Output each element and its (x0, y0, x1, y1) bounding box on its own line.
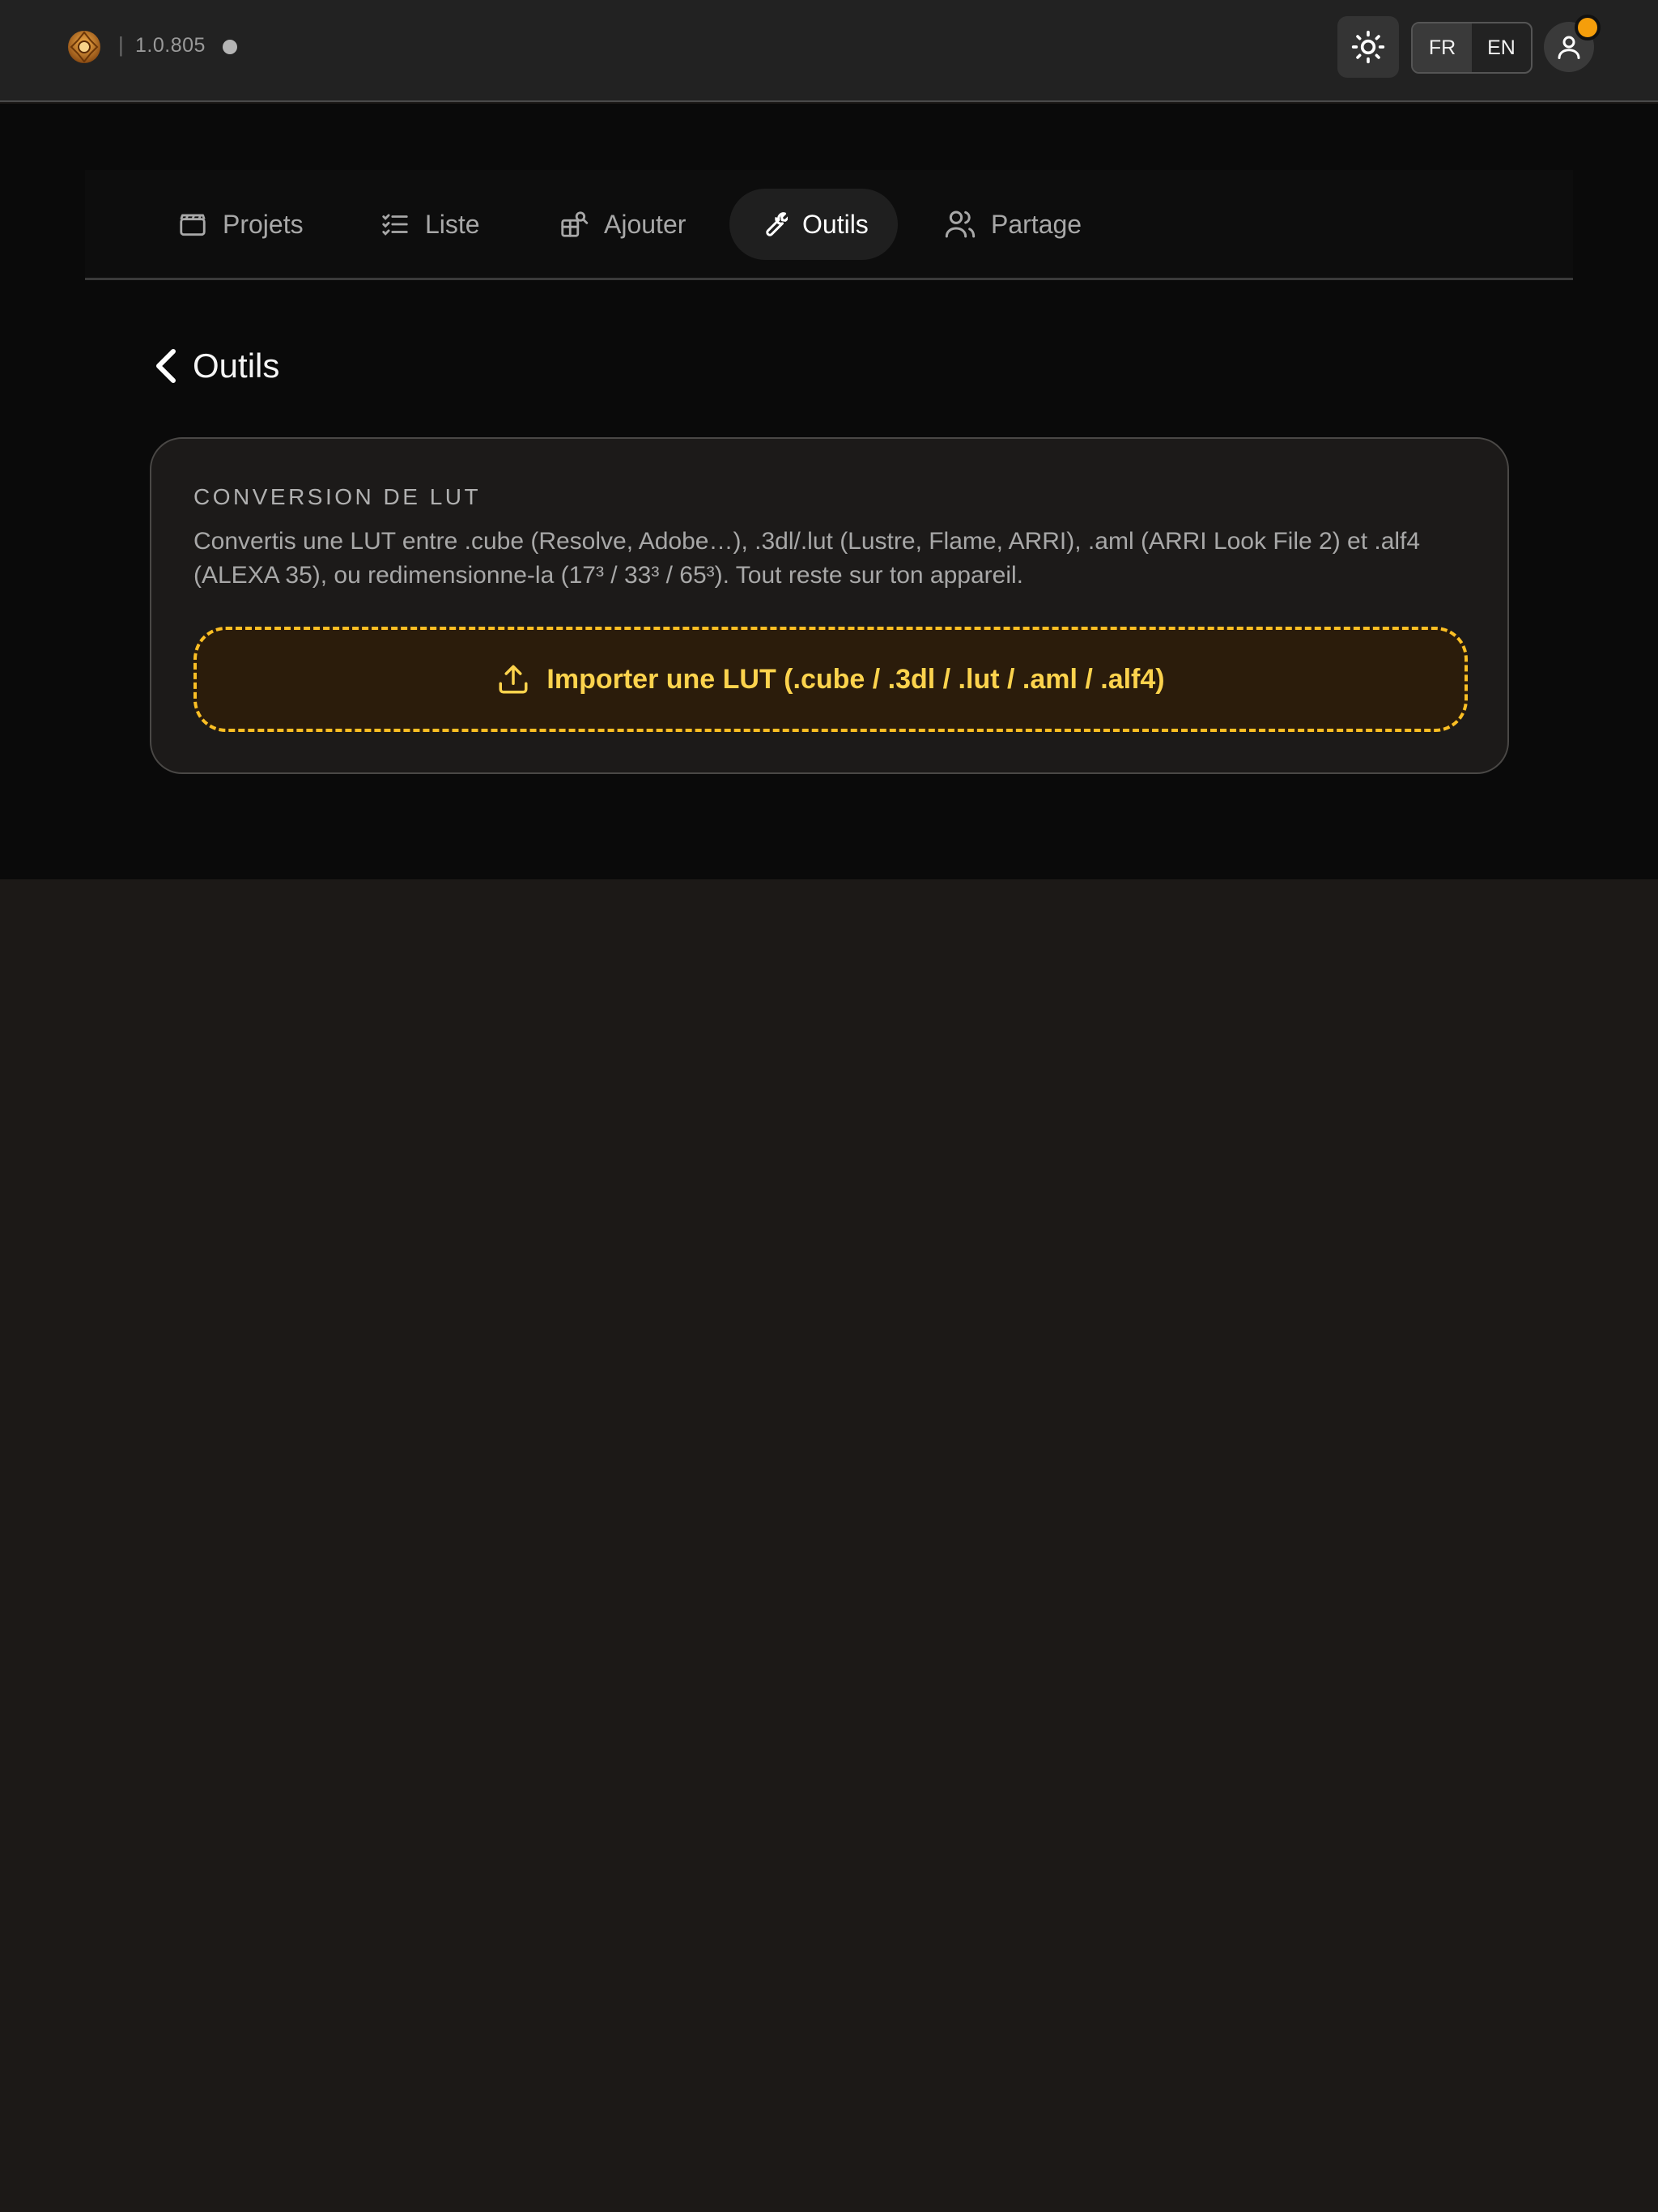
tab-liste-label: Liste (425, 209, 480, 239)
tab-projets-label: Projets (223, 209, 304, 239)
tab-outils[interactable]: Outils (729, 189, 898, 260)
tab-bar: Projets Liste Ajouter Outils Partage (85, 170, 1573, 280)
tab-projets[interactable]: Projets (159, 189, 321, 260)
card-title: CONVERSION DE LUT (193, 484, 482, 509)
tab-liste[interactable]: Liste (362, 189, 498, 260)
users-icon (945, 211, 976, 238)
tab-ajouter[interactable]: Ajouter (541, 189, 704, 260)
language-switcher: FR EN (1411, 22, 1533, 74)
theme-toggle-button[interactable] (1337, 16, 1399, 78)
lut-conversion-card: CONVERSION DE LUT Convertis une LUT entr… (150, 437, 1509, 774)
main-content: Projets Liste Ajouter Outils Partage Out… (0, 104, 1658, 879)
tab-partage[interactable]: Partage (926, 189, 1099, 260)
import-lut-label: Importer une LUT (.cube / .3dl / .lut / … (546, 663, 1165, 695)
checklist-icon (382, 214, 408, 236)
tab-partage-label: Partage (991, 209, 1082, 239)
tab-outils-label: Outils (802, 209, 869, 239)
upload-icon (499, 665, 528, 694)
lang-en-button[interactable]: EN (1472, 23, 1531, 72)
notification-badge (1575, 15, 1601, 40)
tab-ajouter-label: Ajouter (604, 209, 687, 239)
page-header: Outils (154, 347, 279, 385)
top-bar: | 1.0.805 FR EN (0, 0, 1658, 102)
import-lut-button[interactable]: Importer une LUT (.cube / .3dl / .lut / … (193, 627, 1468, 732)
clapperboard-icon (180, 214, 206, 236)
page-title: Outils (193, 347, 280, 385)
lang-fr-button[interactable]: FR (1413, 23, 1472, 72)
app-version: 1.0.805 (135, 34, 206, 57)
connection-status-dot (223, 40, 237, 54)
sun-icon (1351, 30, 1385, 64)
card-description: Convertis une LUT entre .cube (Resolve, … (193, 528, 1421, 589)
add-search-icon (561, 211, 589, 237)
wrench-icon (766, 212, 788, 236)
chevron-left-icon[interactable] (154, 348, 178, 384)
app-logo-icon[interactable] (66, 29, 102, 65)
version-separator: | (118, 32, 124, 57)
